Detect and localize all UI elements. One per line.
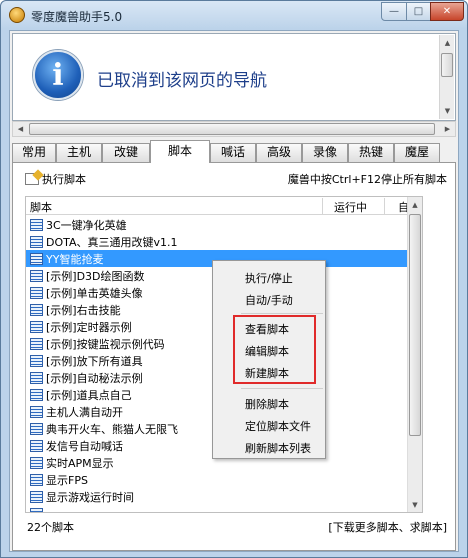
tab-shout[interactable]: 喊话 (210, 143, 256, 162)
minimize-button[interactable]: — (381, 2, 407, 21)
list-item[interactable]: 显示FPS (26, 471, 409, 488)
script-count: 22个脚本 (27, 521, 74, 534)
list-item-label: [示例]右击技能 (46, 303, 121, 317)
horizontal-scrollbar[interactable]: ◀ ▶ (12, 121, 456, 137)
tab-common[interactable]: 常用 (12, 143, 56, 162)
scroll-right-icon[interactable]: ▶ (440, 122, 455, 136)
script-file-icon (30, 337, 43, 350)
list-item-label: 显示游戏运行时间 (46, 490, 134, 504)
stop-hint-text: 魔兽中按Ctrl+F12停止所有脚本 (287, 173, 447, 186)
list-header: 脚本 运行中 自动 (26, 197, 422, 215)
menu-item-auto-manual[interactable]: 自动/手动 (245, 292, 293, 308)
list-item-label: 典韦开火车、熊猫人无限飞 (46, 422, 178, 436)
script-file-icon (30, 303, 43, 316)
list-item-label: YY智能抢麦 (46, 252, 104, 266)
script-file-icon (30, 269, 43, 282)
download-more-scripts-link[interactable]: [下载更多脚本、求脚本] (328, 519, 447, 535)
column-script[interactable]: 脚本 (30, 199, 52, 215)
script-file-icon (30, 405, 43, 418)
menu-item-run-stop[interactable]: 执行/停止 (245, 270, 293, 286)
app-logo-icon (9, 7, 25, 23)
tab-keymap[interactable]: 改键 (102, 143, 150, 162)
close-button[interactable]: ✕ (430, 2, 464, 21)
script-file-icon (30, 286, 43, 299)
scroll-up-icon[interactable]: ▲ (441, 36, 454, 50)
menu-separator (241, 313, 323, 314)
info-icon: i (33, 50, 83, 100)
column-running[interactable]: 运行中 (334, 199, 367, 215)
navigation-cancelled-message: 已取消到该网页的导航 (97, 71, 267, 91)
list-item-label: [示例]自动秘法示例 (46, 371, 143, 385)
menu-item-delete-script[interactable]: 删除脚本 (245, 396, 289, 412)
script-file-icon (30, 320, 43, 333)
tab-advanced[interactable]: 高级 (256, 143, 302, 162)
list-item[interactable]: 显示游戏运行时间 (26, 488, 409, 505)
tab-strip: 常用 主机 改键 脚本 喊话 高级 录像 热键 魔屋 (12, 140, 456, 163)
list-item-label: [示例]道具点自己 (46, 388, 132, 402)
script-file-icon (30, 371, 43, 384)
list-item-label: 显示FPS (46, 473, 88, 487)
scroll-thumb[interactable] (409, 214, 421, 436)
script-file-icon (30, 354, 43, 367)
script-file-icon (30, 507, 43, 512)
tab-host[interactable]: 主机 (56, 143, 102, 162)
scroll-thumb[interactable] (29, 123, 435, 135)
list-item[interactable]: DOTA、真三通用改键v1.1 (26, 233, 409, 250)
script-file-icon (30, 252, 43, 265)
list-item-label: 3C一键净化英雄 (46, 218, 127, 232)
menu-item-refresh-list[interactable]: 刷新脚本列表 (245, 440, 311, 456)
scroll-left-icon[interactable]: ◀ (13, 122, 28, 136)
list-item-label: DOTA、真三通用改键v1.1 (46, 235, 178, 249)
tab-hotkey[interactable]: 热键 (348, 143, 394, 162)
list-item[interactable]: …… (26, 505, 409, 512)
message-vertical-scrollbar[interactable]: ▲ ▼ (439, 35, 454, 119)
tab-script[interactable]: 脚本 (150, 140, 210, 163)
title-bar[interactable]: 零度魔兽助手5.0 — □ ✕ (1, 1, 467, 29)
script-file-icon (30, 218, 43, 231)
list-vertical-scrollbar[interactable]: ▲ ▼ (407, 197, 422, 512)
menu-separator (241, 388, 323, 389)
script-file-icon (30, 235, 43, 248)
scroll-down-icon[interactable]: ▼ (408, 497, 422, 512)
menu-item-locate-file[interactable]: 定位脚本文件 (245, 418, 311, 434)
run-script-label: 执行脚本 (42, 173, 86, 186)
script-file-icon (30, 422, 43, 435)
list-item-label: 实时APM显示 (46, 456, 114, 470)
scroll-up-icon[interactable]: ▲ (408, 197, 422, 212)
list-item-label: 主机人满自动开 (46, 405, 123, 419)
list-item-label: [示例]D3D绘图函数 (46, 269, 145, 283)
list-item-label: [示例]单击英雄头像 (46, 286, 143, 300)
window-title: 零度魔兽助手5.0 (31, 10, 123, 24)
browser-message-pane: i 已取消到该网页的导航 ▲ ▼ (12, 33, 456, 121)
column-divider[interactable] (322, 198, 323, 214)
run-script-icon (25, 173, 39, 185)
scroll-down-icon[interactable]: ▼ (441, 104, 454, 118)
list-item-label: [示例]按键监视示例代码 (46, 337, 165, 351)
run-script-button[interactable]: 执行脚本 (25, 171, 86, 187)
list-item-label: [示例]放下所有道具 (46, 354, 143, 368)
list-item-label: [示例]定时器示例 (46, 320, 132, 334)
scroll-thumb[interactable] (441, 53, 453, 77)
script-file-icon (30, 388, 43, 401)
column-divider[interactable] (384, 198, 385, 214)
highlight-box (233, 315, 316, 384)
script-file-icon (30, 456, 43, 469)
list-item[interactable]: 3C一键净化英雄 (26, 216, 409, 233)
tab-replay[interactable]: 录像 (302, 143, 348, 162)
list-item-label: …… (46, 507, 68, 512)
script-file-icon (30, 490, 43, 503)
script-file-icon (30, 439, 43, 452)
tab-house[interactable]: 魔屋 (394, 143, 440, 162)
maximize-button[interactable]: □ (406, 2, 431, 21)
script-file-icon (30, 473, 43, 486)
list-item-label: 发信号自动喊话 (46, 439, 123, 453)
